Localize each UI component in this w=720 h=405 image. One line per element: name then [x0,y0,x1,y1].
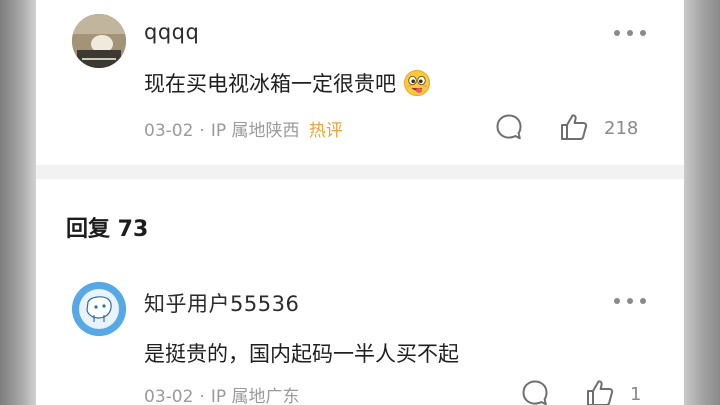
comment-bubble-icon[interactable] [520,378,550,405]
thumbs-up-icon[interactable] [584,377,616,405]
top-comment: qqqq 现在买电视冰箱一定很贵吧 03-02 · IP 属地陕西 热评 218 [36,0,684,165]
comment-text: 现在买电视冰箱一定很贵吧 [144,68,431,98]
comment-panel: qqqq 现在买电视冰箱一定很贵吧 03-02 · IP 属地陕西 热评 218… [36,0,684,405]
meta-separator: · [199,387,205,405]
hot-badge: 热评 [308,121,343,141]
default-avatar-icon [72,282,126,336]
thumbs-up-icon[interactable] [558,111,590,147]
meta-separator: · [199,121,205,141]
ip-location: IP 属地广东 [210,387,300,405]
replies-header: 回复 73 [66,217,149,242]
more-dots-icon[interactable] [612,296,652,306]
comment-text-body: 现在买电视冰箱一定很贵吧 [144,72,396,96]
reply-text: 是挺贵的，国内起码一半人买不起 [144,342,459,366]
like-count: 218 [604,118,639,139]
comment-meta: 03-02 · IP 属地陕西 热评 [144,116,343,141]
section-divider [36,165,684,179]
ip-location: IP 属地陕西 [210,121,300,141]
username[interactable]: qqqq [144,20,199,44]
reply-meta: 03-02 · IP 属地广东 [144,382,299,405]
comment-bubble-icon[interactable] [494,112,524,146]
username[interactable]: 知乎用户55536 [144,288,299,318]
right-backdrop [684,0,720,405]
reply-comment: 知乎用户55536 是挺贵的，国内起码一半人买不起 03-02 · IP 属地广东 … [36,270,684,405]
avatar-photo [72,14,126,68]
more-dots-icon[interactable] [612,28,652,38]
reply-date: 03-02 [144,387,194,405]
avatar[interactable] [72,14,126,68]
avatar[interactable] [72,282,126,336]
like-count: 1 [630,384,642,405]
comment-date: 03-02 [144,121,194,141]
left-backdrop [0,0,36,405]
drooling-face-emoji [403,69,431,97]
